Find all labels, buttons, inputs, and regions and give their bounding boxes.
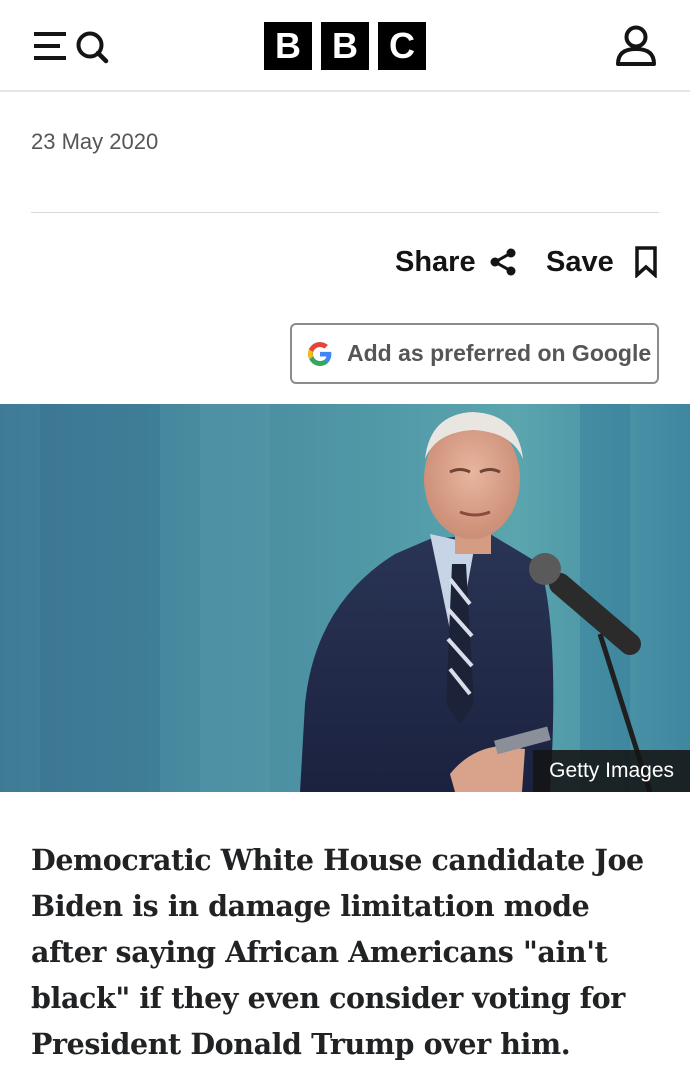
logo-letter-b1: B	[264, 22, 312, 70]
google-g-icon	[308, 341, 332, 366]
share-button[interactable]: Share	[395, 240, 518, 284]
save-label: Save	[546, 245, 614, 278]
article-date: 23 May 2020	[31, 129, 159, 154]
share-label: Share	[395, 245, 476, 278]
account-icon	[616, 25, 656, 66]
share-icon	[490, 248, 516, 276]
menu-search-button[interactable]	[32, 27, 112, 67]
search-icon	[76, 31, 109, 64]
image-credit: Getty Images	[533, 750, 690, 792]
add-preferred-google-button[interactable]: Add as preferred on Google	[290, 323, 659, 384]
menu-icon	[34, 31, 109, 64]
logo-letter-c: C	[378, 22, 426, 70]
save-button[interactable]: Save	[546, 240, 658, 284]
account-button[interactable]	[614, 24, 658, 68]
article-hero-image: Getty Images	[0, 404, 690, 792]
bbc-logo[interactable]: B B C	[264, 22, 426, 70]
speaker-photo	[0, 404, 690, 792]
bookmark-icon	[634, 246, 657, 278]
logo-letter-b2: B	[321, 22, 369, 70]
site-header: B B C	[0, 0, 690, 92]
article-summary: Democratic White House candidate Joe Bid…	[31, 843, 644, 1061]
date-divider	[31, 212, 659, 213]
google-button-label: Add as preferred on Google	[347, 340, 652, 366]
